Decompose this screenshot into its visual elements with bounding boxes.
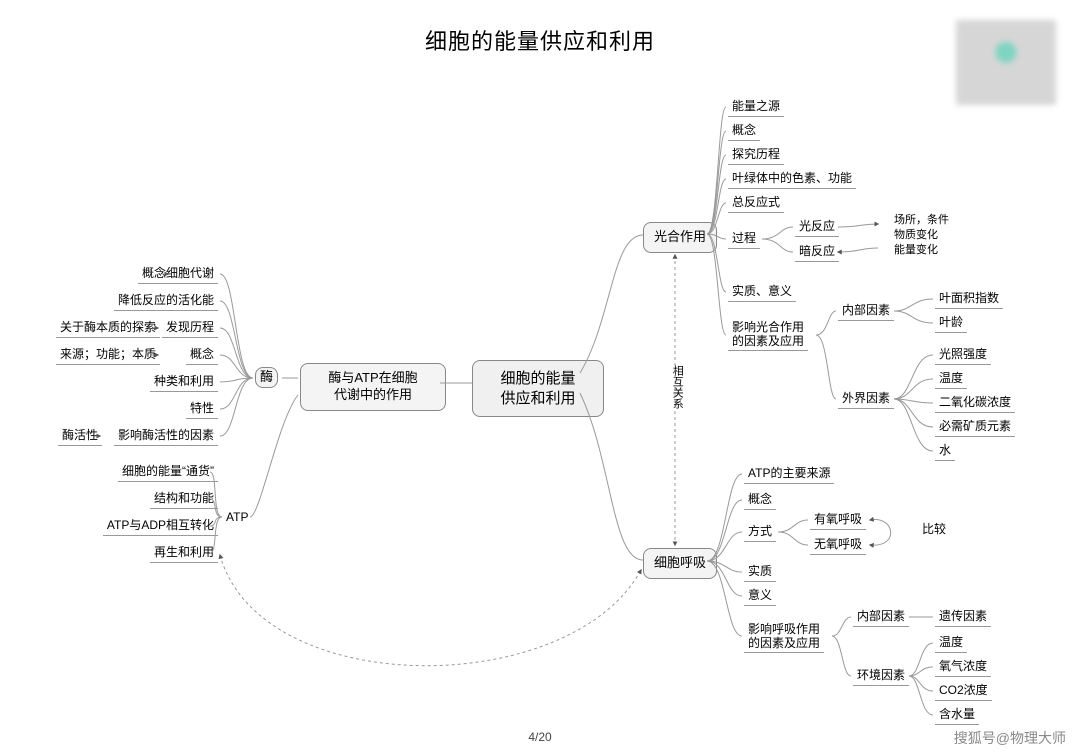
enzyme-concept2: 概念 bbox=[186, 346, 218, 365]
atp-structure: 结构和功能 bbox=[150, 490, 218, 509]
ps-light-intensity: 光照强度 bbox=[935, 346, 991, 365]
ps-history: 探究历程 bbox=[728, 146, 784, 165]
rs-external: 环境因素 bbox=[853, 667, 909, 686]
ps-note2: 物质变化 bbox=[892, 228, 940, 242]
rs-genetic: 遗传因素 bbox=[935, 608, 991, 627]
rs-meaning: 意义 bbox=[744, 587, 776, 606]
rs-concept: 概念 bbox=[744, 491, 776, 510]
respiration-node: 细胞呼吸 bbox=[643, 548, 717, 579]
enzyme-factors: 影响酶活性的因素 bbox=[114, 427, 218, 446]
rs-mode: 方式 bbox=[744, 523, 776, 542]
enzyme-concept-sub: 细胞代谢 bbox=[162, 265, 218, 284]
ps-process: 过程 bbox=[728, 230, 760, 249]
enzyme-history-sub: 关于酶本质的探索 bbox=[56, 319, 160, 338]
ps-internal: 内部因素 bbox=[838, 302, 894, 321]
ps-note3: 能量变化 bbox=[892, 243, 940, 257]
rs-internal: 内部因素 bbox=[853, 608, 909, 627]
ps-note1: 场所，条件 bbox=[892, 213, 951, 227]
photosynthesis-node: 光合作用 bbox=[643, 222, 717, 253]
enzyme-properties: 特性 bbox=[186, 400, 218, 419]
ps-water: 水 bbox=[935, 442, 955, 461]
rs-aerobic: 有氧呼吸 bbox=[810, 511, 866, 530]
atp-label: ATP bbox=[224, 510, 250, 526]
left-main-node: 酶与ATP在细胞代谢中的作用 bbox=[300, 363, 446, 411]
watermark: 搜狐号@物理大师 bbox=[954, 728, 1066, 748]
ps-minerals: 必需矿质元素 bbox=[935, 418, 1015, 437]
rs-temperature: 温度 bbox=[935, 634, 967, 653]
enzyme-types: 种类和利用 bbox=[150, 373, 218, 392]
ps-essence: 实质、意义 bbox=[728, 283, 796, 302]
atp-currency: 细胞的能量“通货” bbox=[118, 463, 218, 482]
enzyme-factors-sub: 酶活性 bbox=[58, 427, 102, 446]
ps-leaf-area: 叶面积指数 bbox=[935, 290, 1003, 309]
enzyme-label: 酶 bbox=[255, 367, 278, 388]
ps-dark-rxn: 暗反应 bbox=[795, 243, 839, 262]
rs-co2: CO2浓度 bbox=[935, 682, 992, 701]
rs-factors: 影响呼吸作用的因素及应用 bbox=[744, 622, 824, 653]
page-number: 4/20 bbox=[528, 730, 551, 744]
page-title: 细胞的能量供应和利用 bbox=[0, 0, 1080, 56]
ps-temperature: 温度 bbox=[935, 370, 967, 389]
ps-equation: 总反应式 bbox=[728, 194, 784, 213]
ps-source: 能量之源 bbox=[728, 98, 784, 117]
atp-conversion: ATP与ADP相互转化 bbox=[103, 517, 218, 536]
rs-o2: 氧气浓度 bbox=[935, 658, 991, 677]
rs-essence: 实质 bbox=[744, 563, 776, 582]
ps-concept: 概念 bbox=[728, 122, 760, 141]
enzyme-concept2-sub: 来源；功能；本质 bbox=[56, 346, 160, 365]
ps-factors: 影响光合作用的因素及应用 bbox=[728, 320, 808, 351]
ps-light-rxn: 光反应 bbox=[795, 218, 839, 237]
rs-atp-source: ATP的主要来源 bbox=[744, 465, 834, 484]
atp-regen: 再生和利用 bbox=[150, 544, 218, 563]
ps-leaf-age: 叶龄 bbox=[935, 314, 967, 333]
ps-pigment: 叶绿体中的色素、功能 bbox=[728, 170, 856, 189]
ps-co2: 二氧化碳浓度 bbox=[935, 394, 1015, 413]
center-node: 细胞的能量供应和利用 bbox=[472, 360, 604, 417]
rs-water: 含水量 bbox=[935, 706, 979, 725]
rs-compare: 比较 bbox=[920, 522, 948, 538]
enzyme-lower-activation: 降低反应的活化能 bbox=[114, 292, 218, 311]
rs-anaerobic: 无氧呼吸 bbox=[810, 536, 866, 555]
enzyme-history: 发现历程 bbox=[162, 319, 218, 338]
ps-external: 外界因素 bbox=[838, 390, 894, 409]
corner-thumbnail bbox=[956, 20, 1056, 105]
relation-label: 相互关系 bbox=[670, 365, 684, 409]
